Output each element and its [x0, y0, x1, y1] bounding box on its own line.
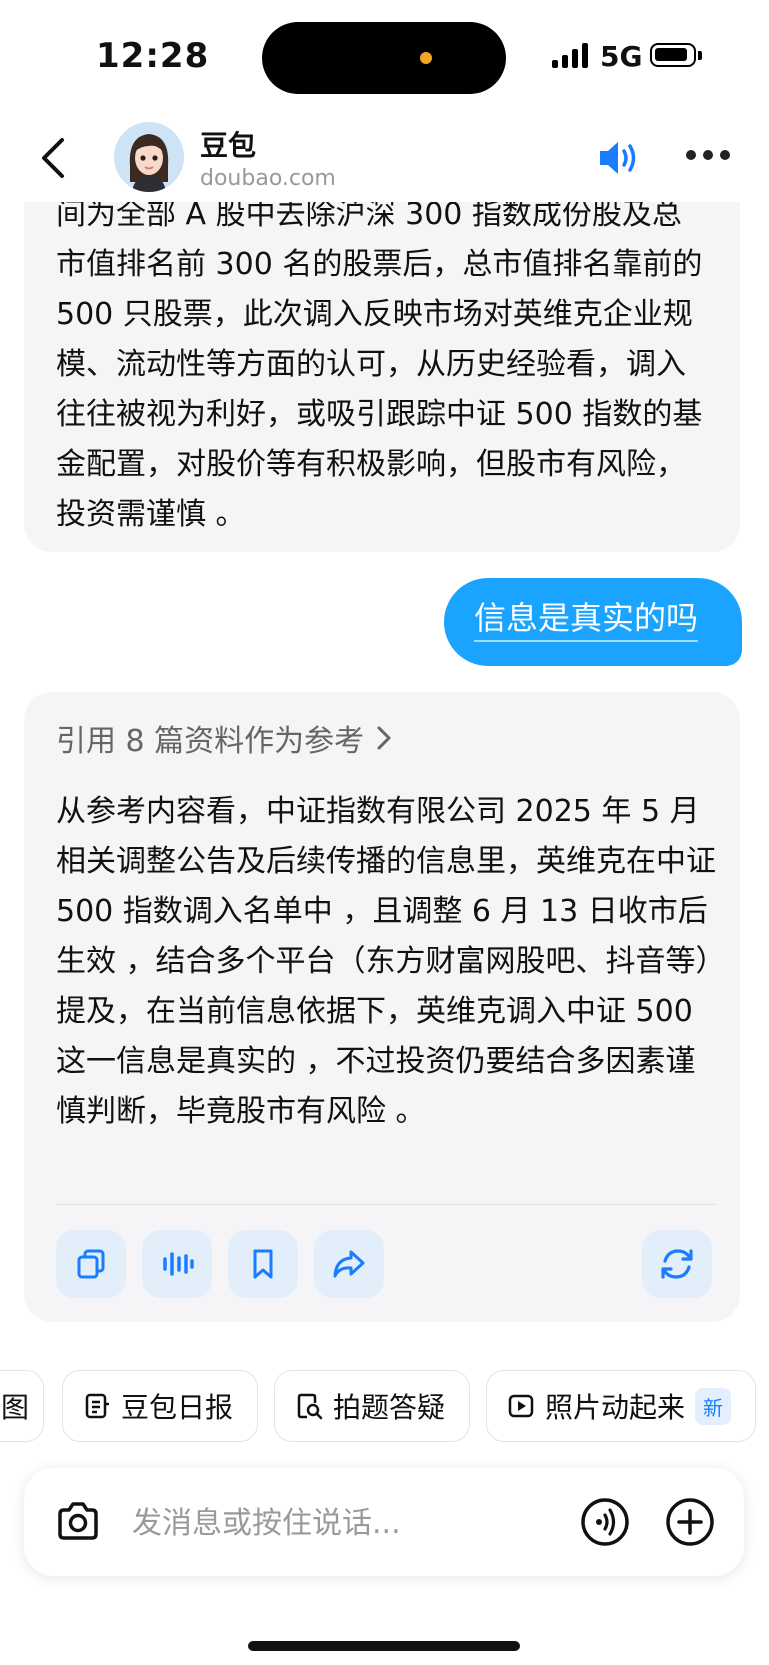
bot-message-text: 间为全部 A 股中去除沪深 300 指数成份股及总市值排名前 300 名的股票后…: [56, 197, 703, 532]
search-document-icon: [297, 1393, 323, 1420]
dot-icon: [703, 150, 713, 160]
status-time: 12:28: [96, 36, 210, 76]
chip-daily-report[interactable]: 豆包日报: [62, 1370, 258, 1442]
battery-icon: [650, 43, 696, 67]
plus-circle-icon: [666, 1498, 714, 1546]
user-message-text: 信息是真实的吗: [474, 596, 699, 642]
chip-label: 拍题答疑: [333, 1391, 446, 1424]
camera-icon: [58, 1502, 98, 1540]
share-icon: [333, 1250, 365, 1278]
chip-photo-question[interactable]: 拍题答疑: [274, 1370, 470, 1442]
signal-icon: [552, 42, 588, 68]
divider: [56, 1204, 716, 1205]
copy-icon: [77, 1249, 105, 1279]
regenerate-button[interactable]: [642, 1230, 712, 1298]
back-button[interactable]: [34, 134, 74, 182]
chip-label: 图: [1, 1391, 30, 1424]
bot-reply-text: 从参考内容看，中证指数有限公司 2025 年 5 月相关调整公告及后续传播的信息…: [56, 794, 716, 1129]
speaker-icon: [600, 142, 636, 174]
network-type: 5G: [600, 40, 643, 73]
sound-wave-icon: [163, 1252, 194, 1276]
copy-button[interactable]: [56, 1230, 126, 1298]
new-badge: 新: [695, 1387, 732, 1425]
status-bar: 12:28 5G: [0, 0, 769, 110]
dynamic-island: [262, 22, 506, 94]
camera-button[interactable]: [54, 1498, 102, 1546]
chat-header: 豆包 doubao.com: [0, 110, 769, 202]
references-label: 引用 8 篇资料作为参考: [56, 724, 365, 759]
read-aloud-button[interactable]: [142, 1230, 212, 1298]
home-indicator[interactable]: [248, 1641, 520, 1651]
chip-label: 豆包日报: [121, 1391, 234, 1424]
dot-icon: [720, 150, 730, 160]
avatar-image: [114, 122, 184, 192]
battery-tip: [698, 51, 702, 60]
references-link[interactable]: 引用 8 篇资料作为参考: [56, 716, 392, 760]
message-input[interactable]: [130, 1494, 564, 1552]
user-message[interactable]: 信息是真实的吗: [444, 578, 742, 666]
bot-domain: doubao.com: [200, 166, 336, 191]
voice-icon: [581, 1498, 629, 1546]
chevron-left-icon: [42, 138, 64, 178]
play-icon: [508, 1394, 534, 1418]
voice-call-button[interactable]: [579, 1496, 631, 1548]
refresh-icon: [661, 1249, 693, 1279]
add-button[interactable]: [664, 1496, 716, 1548]
more-options-button[interactable]: [686, 150, 730, 164]
chip-image[interactable]: 图: [0, 1370, 44, 1442]
bot-name: 豆包: [200, 129, 257, 162]
bot-avatar[interactable]: [114, 122, 184, 192]
document-icon: [85, 1393, 109, 1419]
bot-message: 引用 8 篇资料作为参考 从参考内容看，中证指数有限公司 2025 年 5 月相…: [24, 692, 740, 1322]
chip-animate-photo[interactable]: 照片动起来 新: [486, 1370, 756, 1442]
share-button[interactable]: [314, 1230, 384, 1298]
bookmark-button[interactable]: [228, 1230, 298, 1298]
speaker-button[interactable]: [596, 138, 644, 178]
chevron-right-icon: [377, 726, 391, 750]
dot-icon: [686, 150, 696, 160]
chip-label: 照片动起来: [545, 1391, 686, 1424]
recording-indicator: [420, 52, 432, 64]
bookmark-icon: [253, 1249, 273, 1279]
message-input-bar: [24, 1468, 744, 1576]
